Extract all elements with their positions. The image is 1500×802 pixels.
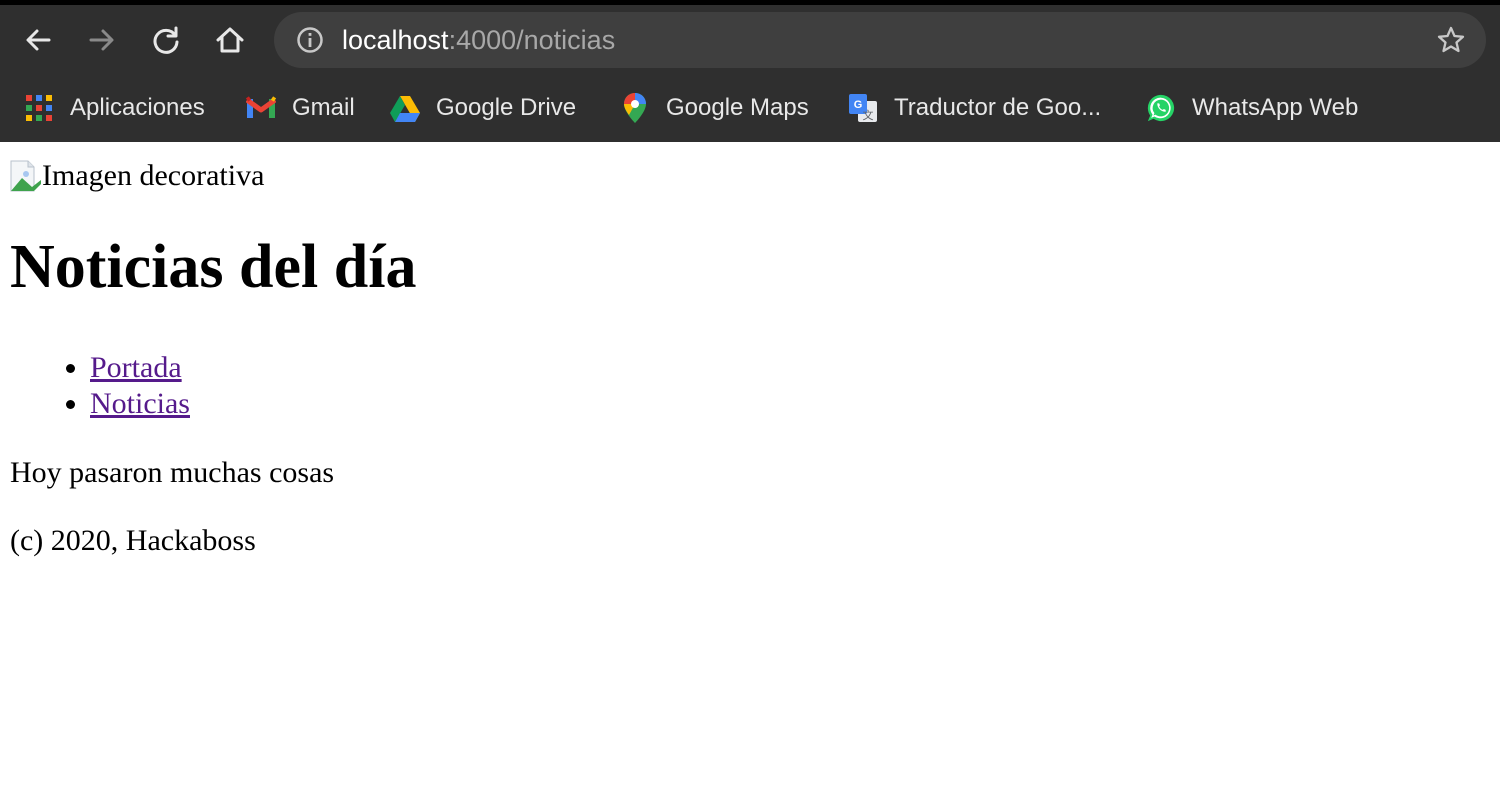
whatsapp-icon: [1146, 93, 1176, 123]
back-button[interactable]: [16, 18, 60, 62]
bookmark-label: WhatsApp Web: [1192, 94, 1359, 121]
broken-image-icon: [10, 160, 42, 192]
reload-button[interactable]: [144, 18, 188, 62]
bookmark-gmail[interactable]: Gmail: [246, 80, 355, 136]
home-button[interactable]: [208, 18, 252, 62]
footer-copyright: (c) 2020, Hackaboss: [10, 524, 256, 557]
bookmark-google-drive[interactable]: Google Drive: [390, 80, 576, 136]
arrow-right-icon: [89, 29, 114, 51]
image-alt-text: Imagen decorativa: [42, 159, 265, 192]
browser-toolbar: localhost:4000/noticias: [0, 5, 1500, 80]
apps-grid-icon: [24, 93, 54, 123]
forward-button[interactable]: [80, 18, 124, 62]
google-maps-icon: [620, 93, 650, 123]
bookmark-whatsapp-web[interactable]: WhatsApp Web: [1146, 80, 1358, 136]
decorative-image: Imagen decorativa: [10, 156, 264, 196]
nav-item-noticias: Noticias: [90, 386, 190, 422]
nav-link-portada[interactable]: Portada: [90, 351, 182, 384]
site-info-icon[interactable]: [296, 26, 324, 54]
url-text[interactable]: localhost:4000/noticias: [342, 12, 615, 68]
gmail-icon: [246, 93, 276, 123]
home-icon: [216, 27, 244, 53]
nav-item-portada: Portada: [90, 350, 190, 386]
bookmarks-bar: Aplicaciones Gmail Google Drive Google M…: [0, 80, 1500, 142]
bookmark-apps[interactable]: Aplicaciones: [24, 80, 205, 136]
bookmark-star-icon[interactable]: [1436, 25, 1466, 55]
site-nav: Portada Noticias: [0, 350, 190, 422]
page-content: Imagen decorativa Noticias del día Porta…: [0, 142, 1500, 802]
google-drive-icon: [390, 93, 420, 123]
google-translate-icon: G 文: [848, 93, 878, 123]
bookmark-label: Traductor de Goo...: [894, 94, 1102, 121]
browser-chrome: localhost:4000/noticias Aplicaciones Gma…: [0, 0, 1500, 142]
svg-text:文: 文: [863, 108, 874, 122]
bookmark-label: Gmail: [292, 94, 355, 121]
url-host: localhost: [342, 25, 449, 55]
page-title: Noticias del día: [10, 233, 417, 301]
bookmark-label: Google Drive: [436, 94, 577, 121]
svg-text:G: G: [854, 99, 863, 111]
nav-link-noticias[interactable]: Noticias: [90, 387, 190, 420]
bookmark-label: Aplicaciones: [70, 94, 205, 121]
arrow-left-icon: [26, 29, 51, 51]
bookmark-google-maps[interactable]: Google Maps: [620, 80, 809, 136]
article-text: Hoy pasaron muchas cosas: [10, 456, 335, 489]
url-path: :4000/noticias: [448, 25, 616, 55]
address-bar[interactable]: localhost:4000/noticias: [274, 12, 1486, 68]
reload-icon: [153, 26, 179, 54]
bookmark-label: Google Maps: [666, 94, 809, 121]
bookmark-google-translate[interactable]: G 文 Traductor de Goo...: [848, 80, 1101, 136]
